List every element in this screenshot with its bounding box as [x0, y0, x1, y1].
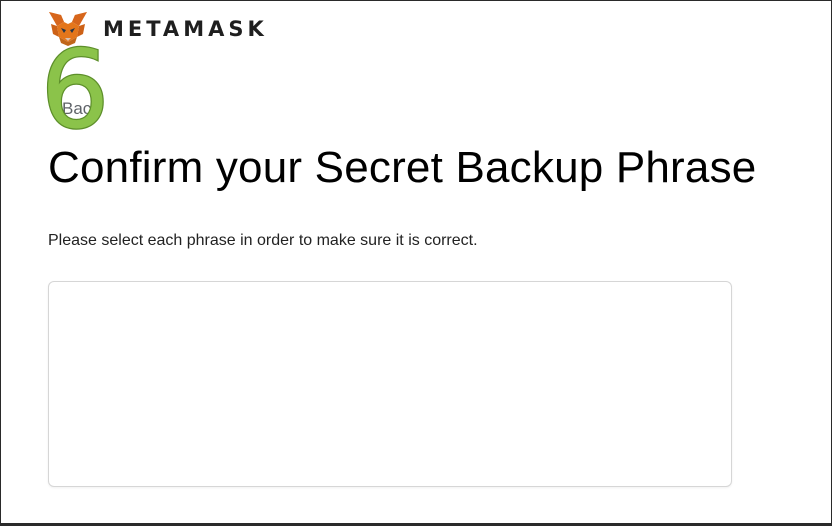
back-link[interactable]: Bac [62, 99, 96, 119]
page-title: Confirm your Secret Backup Phrase [48, 143, 757, 192]
instructions-text: Please select each phrase in order to ma… [48, 232, 478, 249]
phrase-selection-box[interactable] [48, 281, 732, 487]
metamask-fox-icon [49, 12, 87, 46]
app-window: METAMASK Bac 6 Confirm your Secret Backu… [0, 0, 832, 526]
brand-name: METAMASK [103, 17, 268, 41]
header: METAMASK [47, 9, 268, 49]
